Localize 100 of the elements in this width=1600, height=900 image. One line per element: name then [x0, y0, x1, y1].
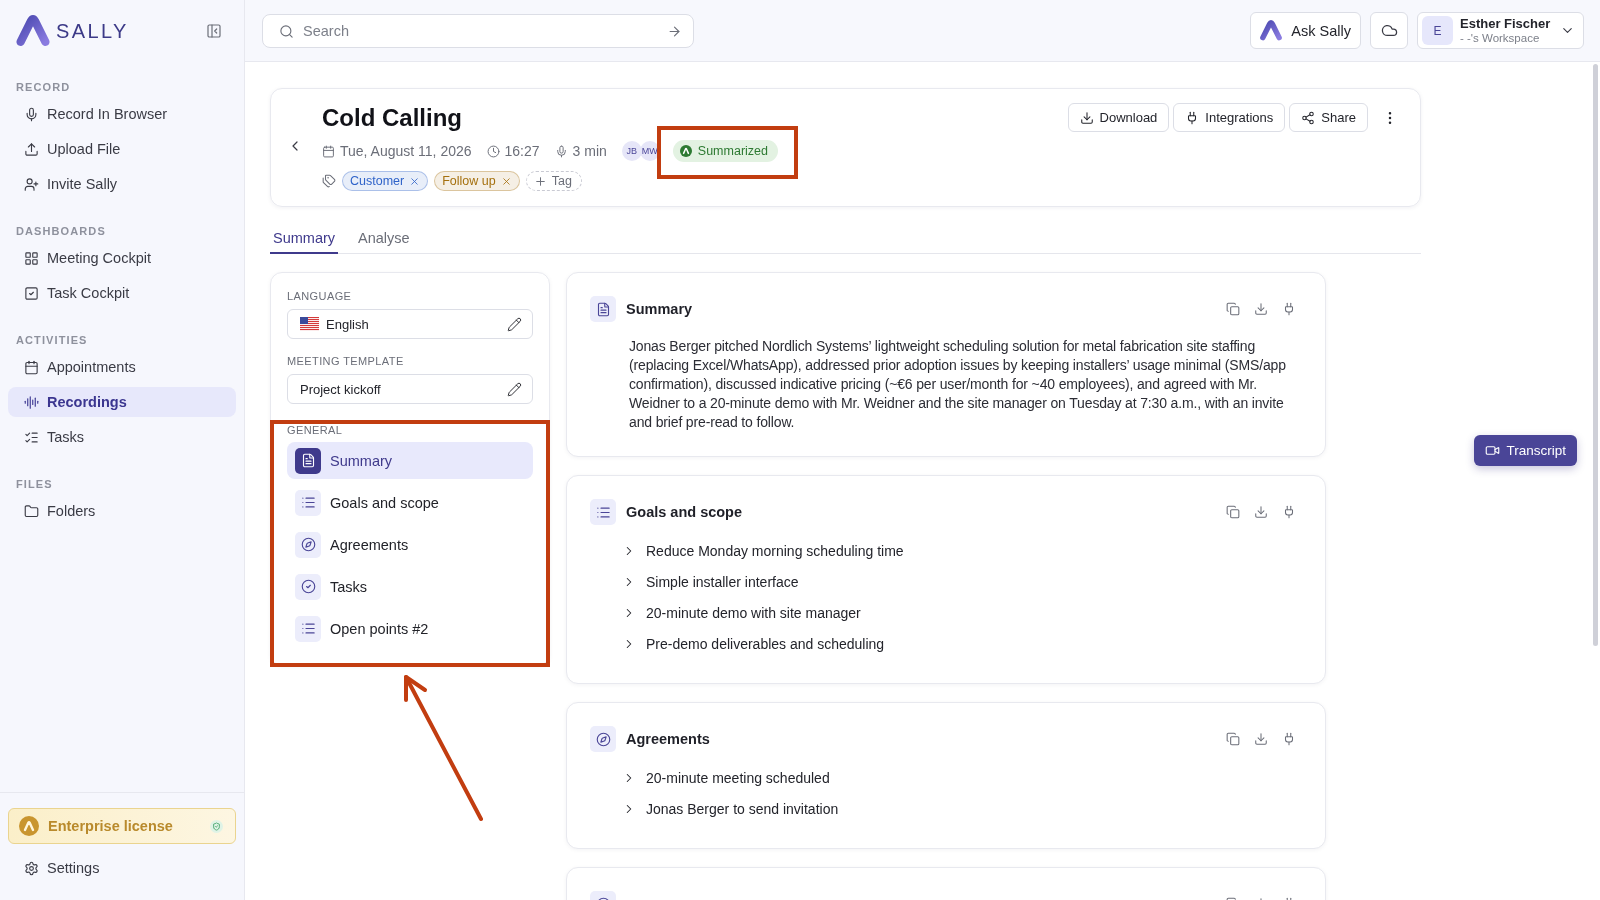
upload-icon — [24, 141, 39, 157]
plug-icon — [1282, 302, 1296, 316]
copy-button[interactable] — [1226, 732, 1240, 746]
checklist-icon — [24, 429, 39, 445]
tag-chip[interactable]: Customer — [342, 171, 429, 191]
brand-name: SALLY — [56, 19, 129, 43]
transcript-button[interactable]: Transcript — [1474, 435, 1577, 466]
download-button[interactable] — [1254, 505, 1268, 519]
logo-icon — [16, 15, 50, 47]
plug-icon — [1282, 732, 1296, 746]
field-label: MEETING TEMPLATE — [287, 355, 405, 368]
nav-item[interactable]: Appointments — [8, 352, 236, 382]
list-icon — [590, 499, 616, 525]
list-item[interactable]: 20-minute meeting scheduled — [622, 762, 1296, 793]
cloud-button[interactable] — [1370, 12, 1408, 49]
section-title: FILES — [15, 478, 54, 491]
nav-item[interactable]: Tasks — [8, 422, 236, 452]
video-icon — [1485, 443, 1501, 458]
folder-icon — [24, 503, 39, 519]
participant-avatar: JB — [621, 141, 642, 161]
group-label: GENERAL — [287, 424, 344, 437]
list-icon — [295, 615, 321, 642]
microphone-icon — [554, 144, 568, 158]
section-title: DASHBOARDS — [15, 225, 107, 238]
compass-icon — [295, 531, 321, 558]
download-icon — [1254, 732, 1268, 746]
copy-button[interactable] — [1226, 505, 1240, 519]
checkbox-icon — [24, 285, 39, 301]
list-item[interactable]: Simple installer interface — [622, 566, 1296, 597]
section-nav-item[interactable]: Agreements — [287, 526, 533, 563]
section-title: Goals and scope — [626, 504, 743, 520]
copy-icon — [1226, 505, 1240, 519]
section-title: ACTIVITIES — [15, 334, 89, 347]
section-nav-item[interactable]: Goals and scope — [287, 484, 533, 521]
nav-item[interactable]: Record In Browser — [8, 99, 236, 129]
section-nav-item[interactable]: Open points #2 — [287, 610, 533, 647]
download-button[interactable] — [1254, 302, 1268, 316]
pencil-icon — [507, 381, 522, 397]
meeting-duration: 3 min — [572, 143, 607, 159]
share-icon — [1301, 110, 1316, 125]
list-item[interactable]: Pre-demo deliverables and scheduling — [622, 628, 1296, 659]
add-user-icon — [24, 176, 39, 192]
coin-icon — [19, 816, 39, 836]
plug-button[interactable] — [1282, 732, 1296, 746]
section-nav-item[interactable]: Tasks — [287, 568, 533, 605]
settings-icon — [24, 860, 39, 876]
plus-icon — [533, 174, 547, 188]
document-icon — [590, 296, 616, 322]
tag-chip[interactable]: Follow up — [434, 171, 520, 191]
collapse-sidebar-button[interactable] — [206, 23, 222, 39]
plug-button[interactable] — [1282, 505, 1296, 519]
panel-collapse-icon — [206, 23, 222, 39]
language-field[interactable]: English — [287, 309, 533, 339]
nav-item[interactable]: Recordings — [8, 387, 236, 417]
tab[interactable]: Summary — [270, 223, 339, 254]
scrollbar[interactable] — [1593, 64, 1598, 646]
list-item[interactable]: Reduce Monday morning scheduling time — [622, 535, 1296, 566]
tab[interactable]: Analyse — [355, 223, 413, 254]
clock-icon — [486, 144, 500, 158]
header-action-button[interactable]: Download — [1067, 103, 1170, 132]
plug-icon — [1282, 505, 1296, 519]
download-icon — [1254, 505, 1268, 519]
ask-button[interactable]: Ask Sally — [1250, 12, 1361, 49]
status-badge: Summarized — [672, 140, 778, 162]
download-button[interactable] — [1254, 732, 1268, 746]
nav-item[interactable]: Invite Sally — [8, 169, 236, 199]
plug-button[interactable] — [1282, 302, 1296, 316]
pencil-icon — [507, 316, 522, 332]
section-title: Summary — [626, 301, 693, 317]
document-icon — [295, 447, 321, 474]
user-menu-button[interactable]: E Esther Fischer - -'s Workspace — [1417, 12, 1584, 49]
list-item[interactable]: Jonas Berger to send invitation — [622, 793, 1296, 824]
settings-item[interactable]: Settings — [8, 853, 236, 883]
tags-icon — [322, 174, 336, 188]
grid-icon — [24, 250, 39, 266]
calendar-icon — [322, 144, 335, 158]
list-item[interactable]: 20-minute demo with site manager — [622, 597, 1296, 628]
cloud-icon — [1380, 22, 1398, 39]
summary-text: Jonas Berger pitched Nordlich Systems’ lightweight scheduling solution for metal fabrication site staffing (replacing Excel/WhatsApp), addressed prior adoption issues by keeping installers’ usage minimal (SMS/app confirmation), discussed indicative pricing (~€6 per user/month for ~40 employees), and agreed with Mr. Weidner to a 20-minute demo with Mr. Weidner and the site manager on Tuesday at 7:30 a.m., with an invite and brief pre-read to follow. — [629, 337, 1287, 432]
meeting-date: Tue, August 11, 2026 — [340, 143, 472, 159]
copy-button[interactable] — [1226, 302, 1240, 316]
header-action-button[interactable]: Integrations — [1173, 103, 1286, 132]
nav-item[interactable]: Upload File — [8, 134, 236, 164]
field-label: LANGUAGE — [287, 290, 353, 303]
nav-item[interactable]: Meeting Cockpit — [8, 243, 236, 273]
meeting-time: 16:27 — [504, 143, 540, 159]
copy-icon — [1226, 732, 1240, 746]
nav-item[interactable]: Task Cockpit — [8, 278, 236, 308]
download-icon — [1079, 110, 1094, 125]
nav-item[interactable]: Folders — [8, 496, 236, 526]
search-field[interactable]: Search — [262, 13, 694, 48]
section-nav-item[interactable]: Summary — [287, 442, 533, 479]
shield-check-icon — [210, 819, 223, 833]
template-field[interactable]: Project kickoff — [287, 374, 533, 404]
add-tag-button[interactable]: Tag — [525, 171, 582, 191]
header-action-button[interactable]: Share — [1289, 103, 1368, 132]
compass-icon — [590, 726, 616, 752]
user-avatar: E — [1422, 16, 1453, 45]
logo-icon — [1260, 20, 1283, 41]
close-icon — [500, 175, 512, 187]
